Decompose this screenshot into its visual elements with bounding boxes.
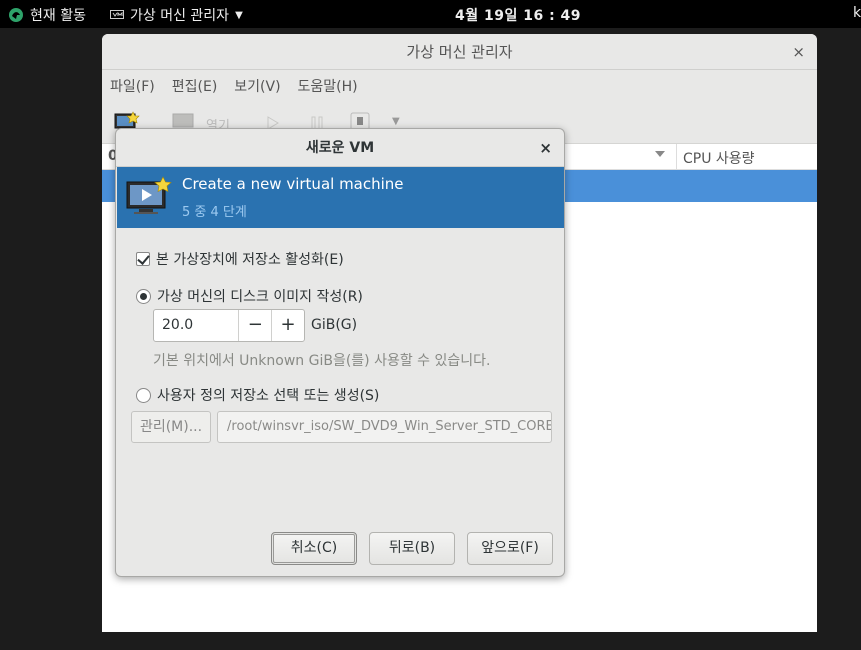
disk-size-input[interactable]: 20.0: [154, 310, 238, 341]
distro-logo-icon: [9, 8, 23, 22]
enable-storage-checkbox[interactable]: [136, 252, 150, 266]
menu-file[interactable]: 파일(F): [110, 76, 155, 96]
activities-label: 현재 활동: [30, 8, 86, 24]
app-menu-label: 가상 머신 관리자: [130, 8, 230, 24]
decrement-button[interactable]: −: [238, 310, 271, 341]
menu-view[interactable]: 보기(V): [234, 76, 280, 96]
menubar: 파일(F) 편집(E) 보기(V) 도움말(H): [102, 70, 817, 102]
cancel-button[interactable]: 취소(C): [271, 532, 357, 565]
column-divider: [676, 144, 677, 170]
shutdown-dropdown-icon[interactable]: ▼: [392, 116, 400, 127]
custom-storage-radio[interactable]: [136, 387, 151, 403]
new-vm-monitor-icon: [126, 176, 172, 214]
sort-arrow-icon: [655, 151, 665, 157]
window-titlebar: 가상 머신 관리자 ×: [102, 34, 817, 70]
custom-storage-label: 사용자 정의 저장소 선택 또는 생성(S): [157, 388, 380, 404]
back-button[interactable]: 뒤로(B): [369, 532, 455, 565]
column-cpu-header[interactable]: CPU 사용량: [683, 148, 755, 168]
enable-storage-checkbox-row[interactable]: 본 가상장치에 저장소 활성화(E): [136, 249, 344, 269]
disk-size-stepper[interactable]: 20.0 − +: [153, 309, 305, 342]
available-space-hint: 기본 위치에서 Unknown GiB을(를) 사용할 수 있습니다.: [153, 353, 491, 369]
enable-storage-label: 본 가상장치에 저장소 활성화(E): [156, 252, 344, 268]
clock[interactable]: 4월 19일 16 : 49: [455, 5, 581, 25]
manage-button[interactable]: 관리(M)...: [131, 411, 211, 443]
custom-storage-radio-row[interactable]: 사용자 정의 저장소 선택 또는 생성(S): [136, 385, 379, 405]
new-vm-dialog: 새로운 VM × Create a new virtual machine 5 …: [115, 128, 565, 577]
window-title: 가상 머신 관리자: [406, 43, 513, 61]
create-disk-label: 가상 머신의 디스크 이미지 작성(R): [157, 289, 363, 305]
chevron-down-icon: ▼: [235, 9, 243, 21]
menu-help[interactable]: 도움말(H): [298, 76, 358, 96]
activities-button[interactable]: 현재 활동: [8, 5, 86, 25]
window-close-icon[interactable]: ×: [792, 34, 805, 70]
banner-title: Create a new virtual machine: [182, 175, 404, 193]
vm-manager-icon: [110, 9, 124, 19]
disk-unit-label: GiB(G): [311, 317, 358, 333]
increment-button[interactable]: +: [271, 310, 304, 341]
banner-step: 5 중 4 단계: [182, 205, 247, 220]
wizard-banner: Create a new virtual machine 5 중 4 단계: [117, 167, 564, 228]
menu-edit[interactable]: 편집(E): [172, 76, 218, 96]
top-panel: 현재 활동 가상 머신 관리자 ▼ 4월 19일 16 : 49 k: [0, 0, 861, 28]
create-disk-radio[interactable]: [136, 288, 151, 304]
dialog-title: 새로운 VM: [305, 140, 375, 156]
forward-button[interactable]: 앞으로(F): [467, 532, 553, 565]
dialog-close-icon[interactable]: ×: [539, 129, 552, 167]
edge-glyph: k: [853, 5, 861, 21]
storage-path-input[interactable]: /root/winsvr_iso/SW_DVD9_Win_Server_STD_…: [217, 411, 552, 443]
dialog-titlebar: 새로운 VM ×: [116, 129, 564, 167]
app-menu[interactable]: 가상 머신 관리자 ▼: [110, 5, 243, 25]
create-disk-radio-row[interactable]: 가상 머신의 디스크 이미지 작성(R): [136, 286, 363, 306]
